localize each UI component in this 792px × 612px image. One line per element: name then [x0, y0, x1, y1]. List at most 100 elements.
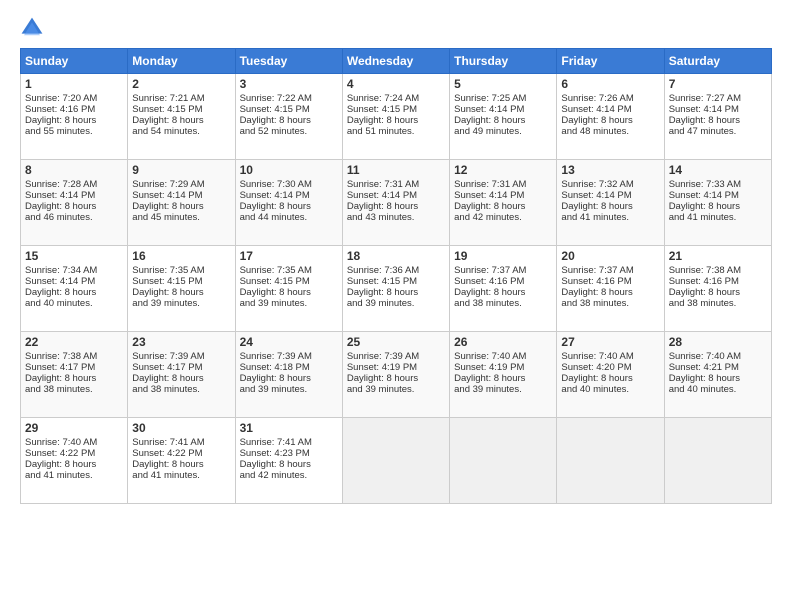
day-info: and 38 minutes.	[25, 384, 123, 395]
day-info: and 42 minutes.	[240, 470, 338, 481]
day-info: Sunrise: 7:22 AM	[240, 93, 338, 104]
calendar-cell: 6Sunrise: 7:26 AMSunset: 4:14 PMDaylight…	[557, 74, 664, 160]
day-info: Daylight: 8 hours	[669, 373, 767, 384]
day-info: Daylight: 8 hours	[561, 287, 659, 298]
day-info: and 40 minutes.	[561, 384, 659, 395]
day-info: and 38 minutes.	[132, 384, 230, 395]
day-info: Sunrise: 7:32 AM	[561, 179, 659, 190]
day-info: and 39 minutes.	[454, 384, 552, 395]
day-info: Sunset: 4:15 PM	[347, 104, 445, 115]
day-info: Daylight: 8 hours	[132, 287, 230, 298]
day-info: Daylight: 8 hours	[25, 115, 123, 126]
calendar-cell: 31Sunrise: 7:41 AMSunset: 4:23 PMDayligh…	[235, 418, 342, 504]
day-info: Sunrise: 7:21 AM	[132, 93, 230, 104]
day-info: Daylight: 8 hours	[25, 459, 123, 470]
day-info: Sunset: 4:19 PM	[454, 362, 552, 373]
day-info: Sunrise: 7:28 AM	[25, 179, 123, 190]
day-info: and 40 minutes.	[25, 298, 123, 309]
day-info: Daylight: 8 hours	[454, 287, 552, 298]
day-info: and 41 minutes.	[25, 470, 123, 481]
day-info: Daylight: 8 hours	[347, 115, 445, 126]
col-header-sunday: Sunday	[21, 49, 128, 74]
day-info: Sunset: 4:21 PM	[669, 362, 767, 373]
calendar-cell: 30Sunrise: 7:41 AMSunset: 4:22 PMDayligh…	[128, 418, 235, 504]
calendar-cell: 4Sunrise: 7:24 AMSunset: 4:15 PMDaylight…	[342, 74, 449, 160]
day-info: Sunset: 4:16 PM	[669, 276, 767, 287]
calendar-cell: 14Sunrise: 7:33 AMSunset: 4:14 PMDayligh…	[664, 160, 771, 246]
calendar-cell: 15Sunrise: 7:34 AMSunset: 4:14 PMDayligh…	[21, 246, 128, 332]
calendar-cell: 12Sunrise: 7:31 AMSunset: 4:14 PMDayligh…	[450, 160, 557, 246]
calendar-cell: 3Sunrise: 7:22 AMSunset: 4:15 PMDaylight…	[235, 74, 342, 160]
calendar-cell: 23Sunrise: 7:39 AMSunset: 4:17 PMDayligh…	[128, 332, 235, 418]
day-number: 14	[669, 163, 767, 177]
day-info: Sunrise: 7:38 AM	[25, 351, 123, 362]
day-info: Sunrise: 7:35 AM	[240, 265, 338, 276]
page: SundayMondayTuesdayWednesdayThursdayFrid…	[0, 0, 792, 612]
day-number: 10	[240, 163, 338, 177]
calendar-week-5: 29Sunrise: 7:40 AMSunset: 4:22 PMDayligh…	[21, 418, 772, 504]
day-info: Daylight: 8 hours	[347, 201, 445, 212]
calendar-cell: 8Sunrise: 7:28 AMSunset: 4:14 PMDaylight…	[21, 160, 128, 246]
day-info: Sunset: 4:16 PM	[454, 276, 552, 287]
day-info: Sunrise: 7:41 AM	[240, 437, 338, 448]
calendar-header-row: SundayMondayTuesdayWednesdayThursdayFrid…	[21, 49, 772, 74]
day-info: Sunset: 4:16 PM	[25, 104, 123, 115]
day-info: Sunrise: 7:31 AM	[454, 179, 552, 190]
day-info: Daylight: 8 hours	[454, 201, 552, 212]
day-info: Sunrise: 7:40 AM	[669, 351, 767, 362]
day-number: 31	[240, 421, 338, 435]
day-number: 4	[347, 77, 445, 91]
calendar-cell: 9Sunrise: 7:29 AMSunset: 4:14 PMDaylight…	[128, 160, 235, 246]
day-number: 27	[561, 335, 659, 349]
calendar-week-2: 8Sunrise: 7:28 AMSunset: 4:14 PMDaylight…	[21, 160, 772, 246]
calendar-week-3: 15Sunrise: 7:34 AMSunset: 4:14 PMDayligh…	[21, 246, 772, 332]
day-info: and 38 minutes.	[669, 298, 767, 309]
day-number: 23	[132, 335, 230, 349]
calendar-cell: 7Sunrise: 7:27 AMSunset: 4:14 PMDaylight…	[664, 74, 771, 160]
day-info: and 44 minutes.	[240, 212, 338, 223]
day-info: Sunset: 4:15 PM	[132, 104, 230, 115]
logo	[20, 16, 48, 40]
day-info: Daylight: 8 hours	[240, 201, 338, 212]
day-info: and 41 minutes.	[669, 212, 767, 223]
day-info: Sunrise: 7:36 AM	[347, 265, 445, 276]
day-info: Sunrise: 7:40 AM	[25, 437, 123, 448]
calendar-cell: 29Sunrise: 7:40 AMSunset: 4:22 PMDayligh…	[21, 418, 128, 504]
day-info: Sunset: 4:22 PM	[132, 448, 230, 459]
day-info: Daylight: 8 hours	[132, 373, 230, 384]
day-number: 16	[132, 249, 230, 263]
day-number: 15	[25, 249, 123, 263]
day-info: Sunset: 4:20 PM	[561, 362, 659, 373]
calendar-cell	[664, 418, 771, 504]
day-info: Sunset: 4:14 PM	[669, 104, 767, 115]
day-number: 13	[561, 163, 659, 177]
day-info: Daylight: 8 hours	[669, 287, 767, 298]
day-number: 22	[25, 335, 123, 349]
calendar-cell: 18Sunrise: 7:36 AMSunset: 4:15 PMDayligh…	[342, 246, 449, 332]
day-info: and 43 minutes.	[347, 212, 445, 223]
day-info: Sunrise: 7:29 AM	[132, 179, 230, 190]
day-info: Daylight: 8 hours	[25, 373, 123, 384]
calendar-week-4: 22Sunrise: 7:38 AMSunset: 4:17 PMDayligh…	[21, 332, 772, 418]
day-info: Sunset: 4:14 PM	[240, 190, 338, 201]
day-info: Sunrise: 7:26 AM	[561, 93, 659, 104]
calendar-cell: 21Sunrise: 7:38 AMSunset: 4:16 PMDayligh…	[664, 246, 771, 332]
day-info: and 39 minutes.	[240, 298, 338, 309]
calendar-cell: 20Sunrise: 7:37 AMSunset: 4:16 PMDayligh…	[557, 246, 664, 332]
calendar-cell: 1Sunrise: 7:20 AMSunset: 4:16 PMDaylight…	[21, 74, 128, 160]
day-info: Sunset: 4:15 PM	[132, 276, 230, 287]
day-info: Sunset: 4:23 PM	[240, 448, 338, 459]
col-header-monday: Monday	[128, 49, 235, 74]
calendar-cell: 5Sunrise: 7:25 AMSunset: 4:14 PMDaylight…	[450, 74, 557, 160]
col-header-thursday: Thursday	[450, 49, 557, 74]
day-info: Sunset: 4:16 PM	[561, 276, 659, 287]
day-info: and 48 minutes.	[561, 126, 659, 137]
day-info: Sunset: 4:14 PM	[25, 276, 123, 287]
calendar-cell: 13Sunrise: 7:32 AMSunset: 4:14 PMDayligh…	[557, 160, 664, 246]
calendar-cell: 22Sunrise: 7:38 AMSunset: 4:17 PMDayligh…	[21, 332, 128, 418]
day-info: Daylight: 8 hours	[561, 115, 659, 126]
day-info: Sunset: 4:15 PM	[240, 276, 338, 287]
day-info: Sunrise: 7:25 AM	[454, 93, 552, 104]
day-info: Sunrise: 7:38 AM	[669, 265, 767, 276]
day-info: and 52 minutes.	[240, 126, 338, 137]
